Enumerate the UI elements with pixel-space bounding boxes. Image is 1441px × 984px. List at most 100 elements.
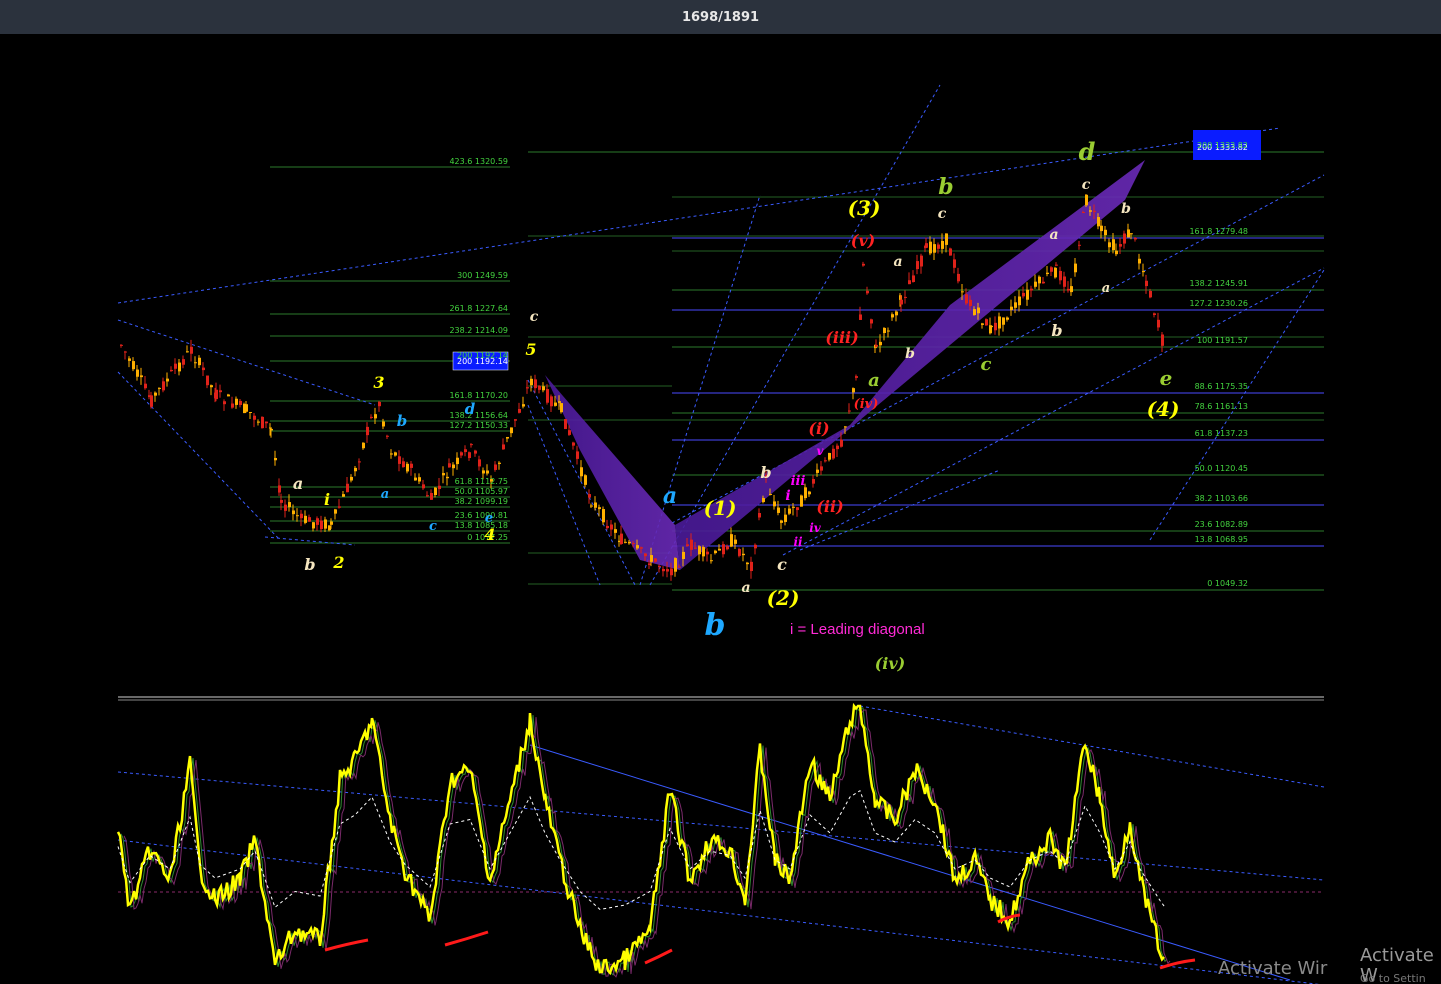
wave-label: (1) [704,496,737,520]
candle-body [590,505,593,507]
candle-body [506,436,509,439]
candle-body [482,470,485,474]
candle-body [879,341,882,346]
candle-body [502,444,505,450]
candle-body [1055,264,1058,266]
candle-body [568,430,571,435]
candle-body [969,299,972,306]
wave-label: (iii) [825,328,858,347]
candle-body [358,461,361,463]
candle-body [916,261,919,270]
candle-body [288,502,291,508]
candle-body [796,507,799,511]
channel-bands [545,160,1145,570]
candle-body [253,415,256,420]
wave-label: (iv) [875,654,906,673]
wave-label: c [981,354,992,375]
candle-body [738,549,741,556]
candle-body [546,389,549,403]
candle-body [202,367,205,371]
candle-body [1138,258,1141,264]
candle-body [338,506,341,508]
candle-body [666,569,669,572]
candle-body [624,541,627,543]
osc-trendline [117,839,1320,984]
candle-body [598,507,601,510]
candle-body [558,401,561,403]
candle-body [650,555,653,562]
candle-body [312,522,315,529]
candle-body [777,507,780,513]
candle-body [219,390,222,393]
wave-label: a [381,487,389,502]
wave-label: a [1049,227,1058,243]
candle-body [852,388,855,393]
candle-body [1153,313,1156,316]
wave-label: c [530,309,539,325]
candle-body [510,427,513,434]
candle-body [808,491,811,495]
osc-trendline [117,771,1325,881]
candle-body [750,561,753,572]
candle-body [710,560,713,562]
candle-body [1050,267,1053,272]
candle-body [550,396,553,407]
wave-label: b [905,346,915,362]
candle-body [154,392,157,396]
wave-label: (v) [851,231,875,250]
candle-body [215,389,218,400]
candle-body [1089,210,1092,212]
wave-label: (iv) [854,397,879,412]
candle-body [780,520,783,523]
candle-body [572,442,575,446]
candle-body [245,404,248,412]
candle-body [832,448,835,459]
divergence-marker [644,948,673,965]
wave-label: d [1079,137,1096,166]
candle-body [438,485,441,490]
candle-body [929,241,932,254]
candle-body [1042,281,1045,284]
candle-body [162,381,165,391]
candle-body [1157,319,1160,328]
candle-body [883,327,886,334]
candle-body [448,463,451,468]
candle-body [468,452,471,459]
candle-body [494,464,497,470]
candle-body [300,513,303,519]
candle-body [198,357,201,366]
fib-label-left: 261.8 1227.64 [449,304,508,313]
candle-body [602,509,605,523]
fib-label-left: 238.2 1214.09 [449,326,508,335]
candle-body [342,494,345,497]
fib-label-left: 127.2 1150.33 [449,421,508,430]
fib-label-right: 61.8 1137.23 [1195,429,1248,438]
wave-label: i [324,490,330,509]
wave-label: v [817,444,825,458]
candle-body [855,376,858,378]
candle-body [1142,271,1145,273]
fib-label-left: 138.2 1156.64 [449,411,508,420]
wave-label: iv [809,521,822,535]
fib-label-right: 138.2 1245.91 [1189,279,1248,288]
wave-label: 2 [332,553,344,572]
candle-body [981,323,984,325]
candle-body [1100,225,1103,232]
candle-body [235,398,238,405]
candle-body [977,307,980,314]
candle-body [170,369,173,372]
candle-body [920,255,923,267]
candle-body [866,290,869,294]
candle-body [1022,292,1025,297]
fib-label-right: 78.6 1161.13 [1195,402,1248,411]
candle-body [542,386,545,391]
candle-body [632,543,635,545]
candle-body [378,401,381,407]
candle-body [132,361,135,370]
candle-body [904,296,907,298]
candle-body [1002,317,1005,325]
wave-label: 4 [484,525,495,544]
candle-body [588,494,591,498]
candle-body [941,240,944,249]
candle-body [308,517,311,522]
